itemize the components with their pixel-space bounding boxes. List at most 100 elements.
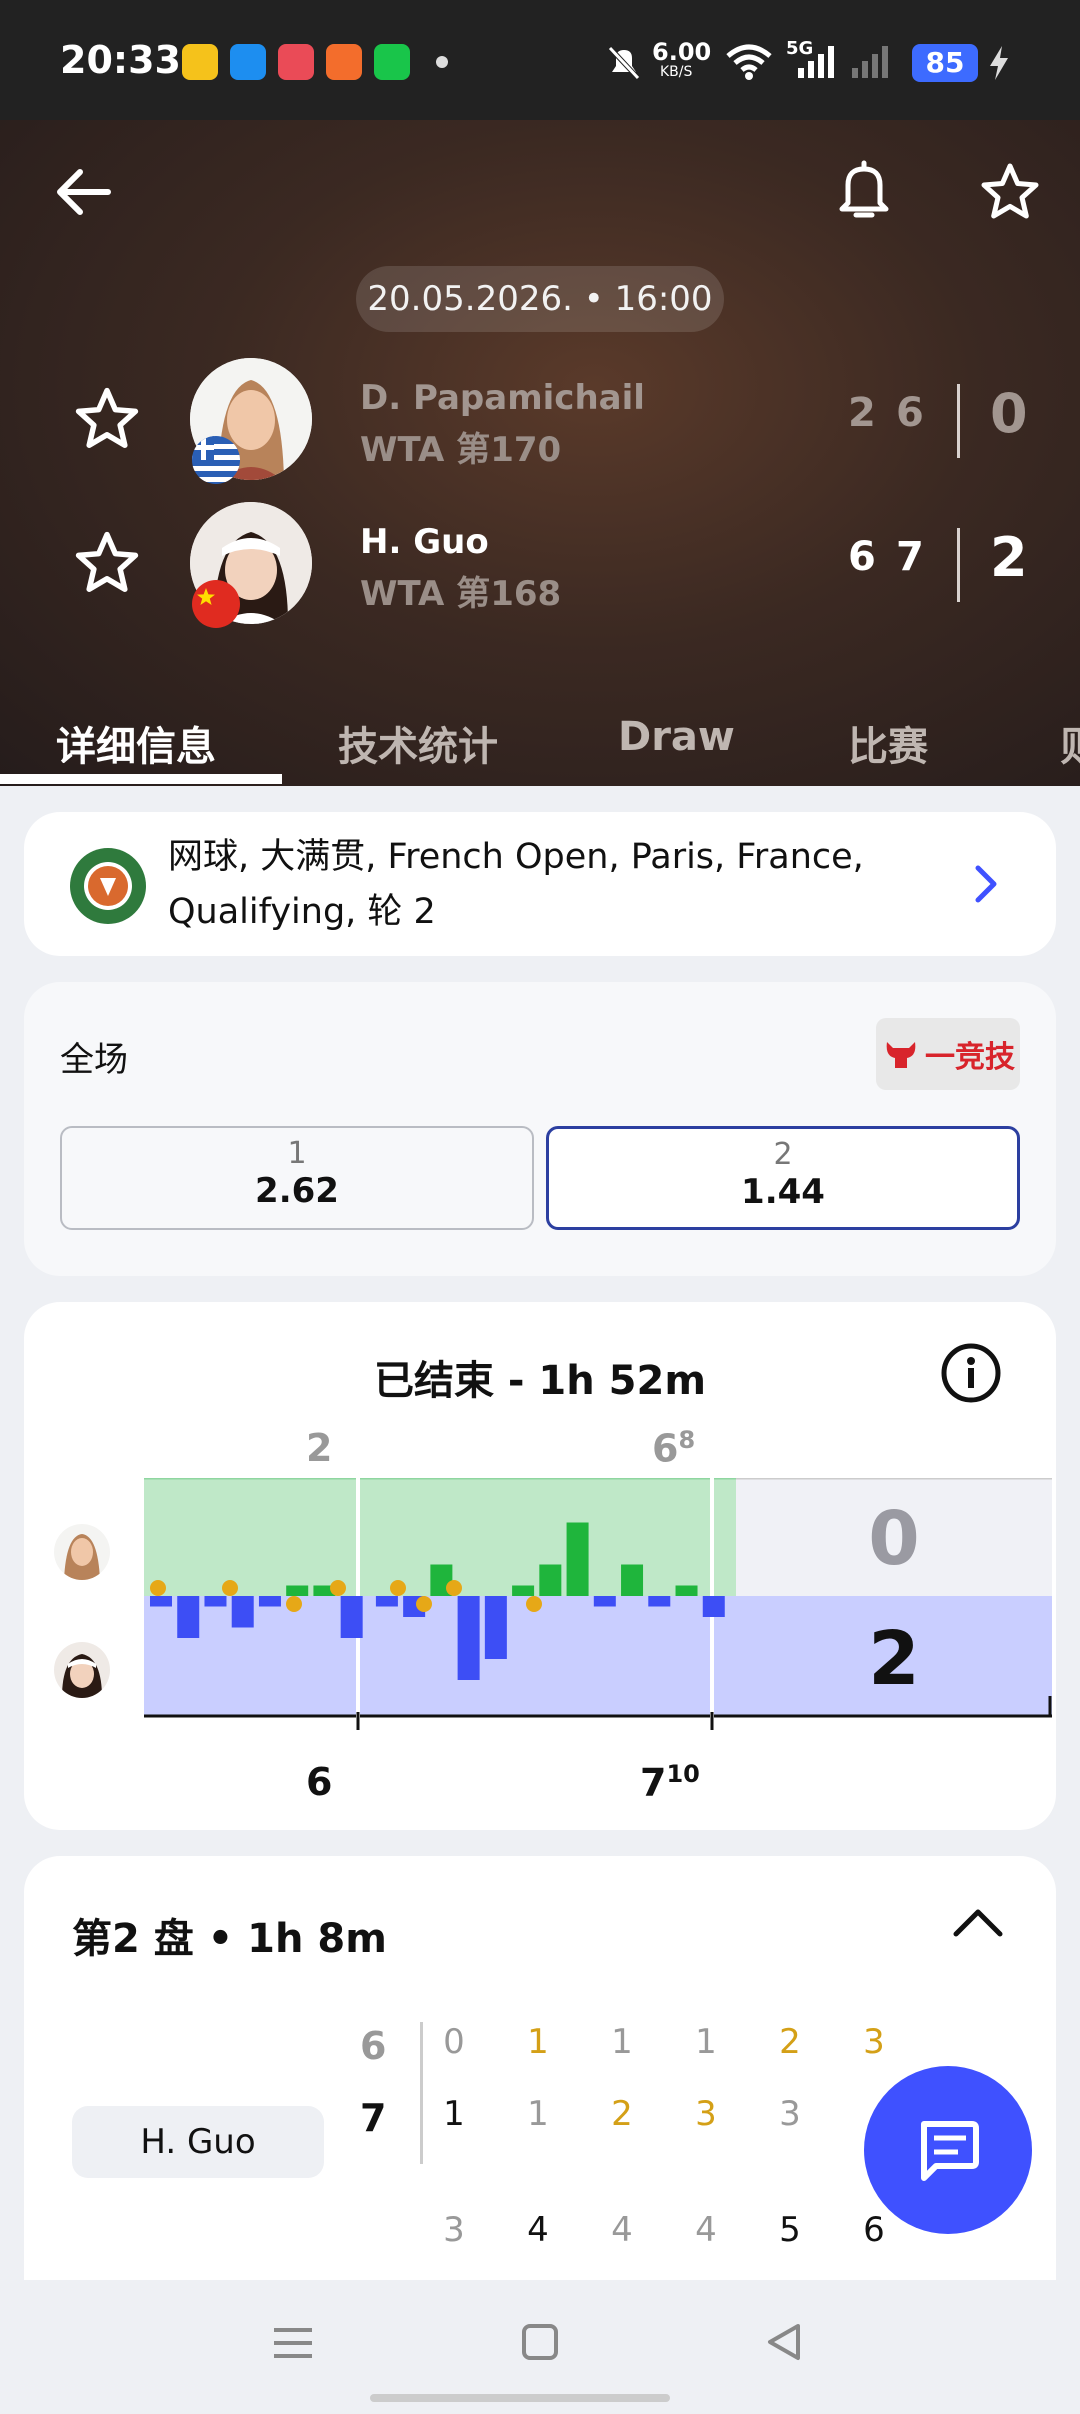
tournament-line-1: 网球, 大满贯, French Open, Paris, France, (168, 837, 864, 877)
set-divider (420, 2022, 423, 2164)
mute-bell-icon (608, 46, 640, 80)
favorite-player-star-icon[interactable] (72, 528, 142, 598)
tennis-ball-icon (222, 1580, 238, 1596)
app-icon (230, 44, 266, 80)
favorite-player-star-icon[interactable] (72, 384, 142, 454)
bookmaker-name: 一竞技 (925, 1040, 1015, 1075)
chat-button[interactable] (864, 2066, 1032, 2234)
opponent-point-score: 0 (443, 2022, 465, 2062)
set-detail-title: 第2 盘 • 1h 8m (72, 1916, 387, 1962)
greece-flag-icon (192, 436, 240, 484)
game-score: 5 (779, 2210, 801, 2250)
chevron-up-icon[interactable] (948, 1904, 1008, 1944)
wifi-icon (726, 44, 772, 80)
back-button[interactable] (44, 152, 124, 232)
tab-statistics[interactable]: 技术统计 (338, 714, 498, 772)
momentum-bar (286, 1585, 309, 1596)
tennis-ball-icon (526, 1596, 542, 1612)
tab-matches[interactable]: 比赛 (848, 714, 928, 772)
player-1-set-1: 2 (848, 390, 876, 436)
set-detail-player: H. Guo (72, 2106, 324, 2178)
bookmaker-logo[interactable]: 一竞技 (876, 1018, 1020, 1090)
set-player-score: 7 (360, 2096, 387, 2140)
momentum-bar (340, 1596, 363, 1638)
tennis-ball-icon (446, 1580, 462, 1596)
set-2-top-tiebreak: 8 (678, 1426, 696, 1454)
player-point-score: 3 (779, 2094, 801, 2134)
momentum-bar (512, 1585, 535, 1596)
tournament-info: 网球, 大满贯, French Open, Paris, France, Qua… (168, 830, 864, 940)
set-2-bottom-score: 7 (640, 1760, 667, 1805)
opponent-point-score: 2 (779, 2022, 801, 2062)
video-app-icon (278, 44, 314, 80)
odds-card: 全场 一竞技 1 2.62 2 1.44 (24, 982, 1056, 1276)
tennis-ball-icon (150, 1580, 166, 1596)
game-score: 4 (611, 2210, 633, 2250)
momentum-player-1-score: 0 (868, 1496, 920, 1582)
odds-option-2[interactable]: 2 1.44 (546, 1126, 1020, 1230)
tournament-card[interactable]: 网球, 大满贯, French Open, Paris, France, Qua… (24, 812, 1056, 956)
momentum-card: 已结束 - 1h 52m 2 68 6 710 02 (24, 1302, 1056, 1830)
net-speed-unit: KB/S (660, 64, 693, 80)
player-point-score: 2 (611, 2094, 633, 2134)
home-icon[interactable] (520, 2322, 560, 2362)
menu-icon[interactable] (272, 2322, 314, 2364)
opponent-point-score: 1 (611, 2022, 633, 2062)
momentum-bar (150, 1596, 172, 1607)
player-2-total: 2 (990, 526, 1028, 589)
momentum-bar (258, 1596, 281, 1607)
tab-draw[interactable]: Draw (618, 714, 735, 760)
player-1-total: 0 (990, 382, 1028, 445)
status-time: 20:33 (60, 38, 181, 82)
odds-option-1-value: 2.62 (255, 1171, 339, 1211)
opponent-point-score: 1 (527, 2022, 549, 2062)
tournament-line-2: Qualifying, 轮 2 (168, 892, 436, 932)
set-1-top-label: 2 (306, 1426, 332, 1470)
tennis-ball-icon (390, 1580, 406, 1596)
star-icon (981, 163, 1039, 219)
momentum-bar (484, 1596, 507, 1659)
tennis-ball-icon (330, 1580, 346, 1596)
odds-option-1-label: 1 (287, 1136, 307, 1171)
bell-icon (839, 160, 889, 218)
player-2-name[interactable]: H. Guo (360, 522, 489, 562)
set-2-top-score: 6 (652, 1426, 679, 1471)
player-point-score: 1 (443, 2094, 465, 2134)
roland-garros-logo (70, 848, 146, 924)
player-1-small-avatar (54, 1524, 110, 1580)
game-score: 4 (695, 2210, 717, 2250)
player-point-score: 3 (695, 2094, 717, 2134)
opponent-point-score: 1 (695, 2022, 717, 2062)
momentum-bar (621, 1564, 644, 1596)
game-score: 3 (443, 2210, 465, 2250)
favorite-match-button[interactable] (970, 152, 1050, 232)
momentum-bar (566, 1522, 589, 1596)
player-point-score: 1 (527, 2094, 549, 2134)
momentum-player-2-score: 2 (868, 1616, 920, 1702)
back-nav-icon[interactable] (764, 2322, 804, 2362)
odds-option-1[interactable]: 1 2.62 (60, 1126, 534, 1230)
momentum-bar (457, 1596, 480, 1680)
battery-indicator: 85 (912, 44, 978, 82)
game-score: 4 (527, 2210, 549, 2250)
set-1-top-score: 2 (306, 1426, 333, 1470)
momentum-bar (204, 1596, 227, 1607)
player-2-rank: WTA 第168 (360, 574, 562, 614)
app-icon (374, 44, 410, 80)
tab-details[interactable]: 详细信息 (56, 714, 216, 772)
player-1-name[interactable]: D. Papamichail (360, 378, 645, 418)
info-icon[interactable] (940, 1342, 1002, 1404)
notification-button[interactable] (824, 152, 904, 232)
match-datetime: 20.05.2026. • 16:00 (356, 266, 724, 332)
momentum-bar (231, 1596, 254, 1628)
tab-bar: 详细信息 技术统计 Draw 比赛 则 (0, 686, 1080, 786)
momentum-bar (375, 1596, 398, 1607)
system-nav-bar (0, 2280, 1080, 2414)
score-divider (957, 528, 960, 602)
opponent-point-score: 3 (863, 2022, 885, 2062)
charging-icon (990, 46, 1008, 80)
momentum-bar (593, 1596, 616, 1607)
momentum-bar (675, 1585, 698, 1596)
player-2-small-avatar (54, 1642, 110, 1698)
tab-more[interactable]: 则 (1060, 714, 1080, 772)
